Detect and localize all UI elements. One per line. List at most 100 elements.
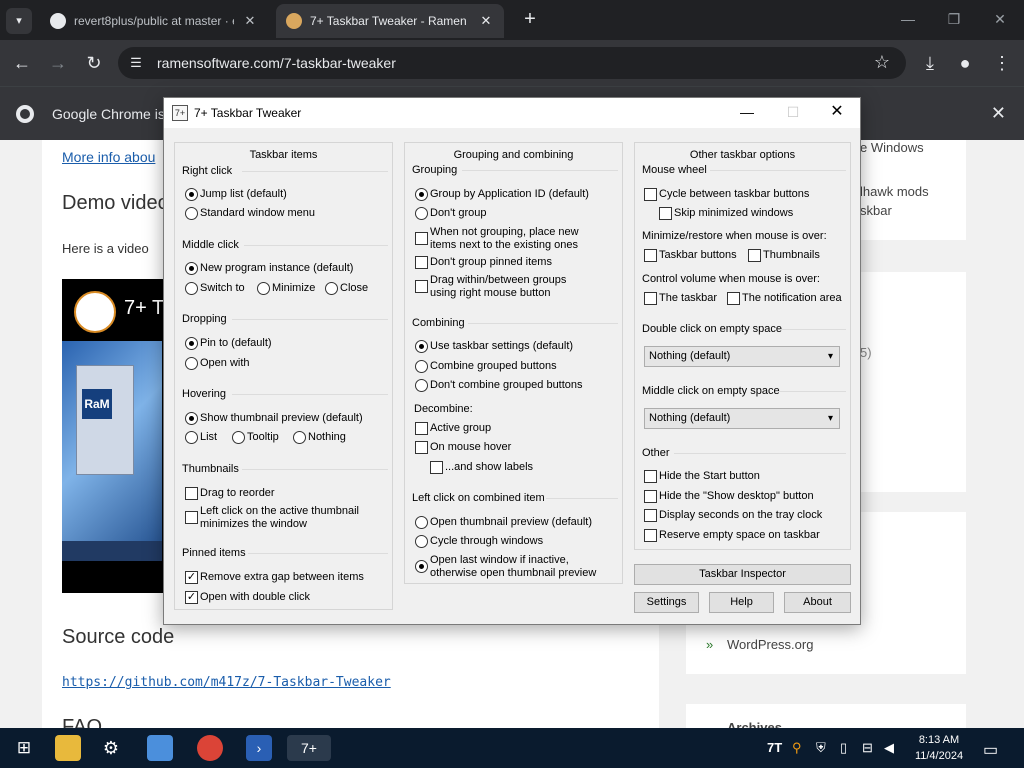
the-taskbar-checkbox[interactable] — [644, 292, 657, 305]
nothing-radio[interactable] — [293, 431, 306, 444]
double-click-empty-label: Double click on empty space — [642, 323, 783, 335]
usb-icon[interactable]: ▯ — [840, 740, 847, 756]
open-with-radio[interactable] — [185, 357, 198, 370]
display-seconds-checkbox[interactable] — [644, 509, 657, 522]
close-icon[interactable]: ✕ — [242, 13, 258, 29]
reserve-space-label: Reserve empty space on taskbar — [659, 529, 820, 541]
powershell-icon[interactable]: › — [246, 735, 272, 761]
dialog-titlebar[interactable]: 7+ 7+ Taskbar Tweaker — ☐ ✕ — [164, 98, 860, 128]
tab-search-button[interactable]: ▾ — [6, 8, 32, 34]
dont-combine-radio[interactable] — [415, 379, 428, 392]
github-icon — [50, 13, 66, 29]
search-icon[interactable]: ⚲ — [792, 740, 802, 756]
thumbnails-checkbox[interactable] — [748, 249, 761, 262]
remove-gap-checkbox[interactable]: ✓ — [185, 571, 198, 584]
tab-revert8plus[interactable]: revert8plus/public at master · e ✕ — [40, 4, 268, 38]
new-instance-radio[interactable] — [185, 262, 198, 275]
on-mouse-hover-checkbox[interactable] — [415, 441, 428, 454]
tweaker-app-icon: 7+ — [172, 105, 188, 121]
network-icon[interactable]: ⊟ — [862, 740, 873, 756]
tab-7-taskbar-tweaker[interactable]: 7+ Taskbar Tweaker - Ramen So ✕ — [276, 4, 504, 38]
drag-reorder-checkbox[interactable] — [185, 487, 198, 500]
active-group-checkbox[interactable] — [415, 422, 428, 435]
close-icon[interactable]: ✕ — [814, 98, 860, 128]
about-button[interactable]: About — [784, 592, 851, 613]
address-bar[interactable]: ☰ ramensoftware.com/7-taskbar-tweaker ☆ — [118, 47, 906, 79]
list-radio[interactable] — [185, 431, 198, 444]
close-radio[interactable] — [325, 282, 338, 295]
windows-start-icon[interactable]: ⊞ — [11, 735, 37, 761]
volume-muted-icon[interactable]: ◀ — [884, 740, 894, 756]
minimize-icon[interactable]: — — [888, 6, 928, 32]
notification-icon[interactable]: ▭ — [983, 740, 998, 760]
taskbar-buttons-checkbox[interactable] — [644, 249, 657, 262]
jump-list-radio[interactable] — [185, 188, 198, 201]
forward-icon[interactable]: → — [45, 50, 71, 76]
tooltip-label: Tooltip — [247, 431, 279, 443]
show-labels-checkbox[interactable] — [430, 461, 443, 474]
pin-to-label: Pin to (default) — [200, 337, 272, 349]
list-label: List — [200, 431, 218, 443]
security-icon[interactable]: ⛨ — [816, 740, 826, 756]
middle-click-select[interactable]: Nothing (default) ▾ — [644, 408, 840, 429]
file-explorer-icon[interactable] — [55, 735, 81, 761]
double-click-select[interactable]: Nothing (default) ▾ — [644, 346, 840, 367]
back-icon[interactable]: ← — [9, 50, 35, 76]
open-double-checkbox[interactable]: ✓ — [185, 591, 198, 604]
notification-area-checkbox[interactable] — [727, 292, 740, 305]
min-restore-label: Minimize/restore when mouse is over: — [642, 230, 827, 242]
pin-to-radio[interactable] — [185, 337, 198, 350]
standard-menu-radio[interactable] — [185, 207, 198, 220]
close-icon[interactable]: ✕ — [478, 13, 494, 29]
tweaker-tray-icon[interactable]: 7T — [767, 740, 782, 755]
tooltip-radio[interactable] — [232, 431, 245, 444]
profile-icon[interactable]: ● — [952, 50, 978, 76]
system-clock[interactable]: 8:13 AM 11/4/2024 — [907, 732, 971, 764]
group-by-app-radio[interactable] — [415, 188, 428, 201]
more-info-link[interactable]: More info abou — [62, 149, 155, 165]
chrome-icon[interactable] — [197, 735, 223, 761]
open-last-radio[interactable] — [415, 560, 428, 573]
control-volume-label: Control volume when mouse is over: — [642, 273, 820, 285]
minimize-radio[interactable] — [257, 282, 270, 295]
dont-group-radio[interactable] — [415, 207, 428, 220]
new-tab-button[interactable]: + — [518, 8, 542, 32]
wordpress-link[interactable]: WordPress.org — [727, 637, 813, 652]
drag-within-label: Drag within/between groups — [430, 274, 567, 286]
close-icon[interactable]: ✕ — [991, 103, 1006, 124]
drag-within-checkbox[interactable] — [415, 280, 428, 293]
drag-within-label: using right mouse button — [430, 287, 551, 299]
reload-icon[interactable]: ↻ — [81, 50, 107, 76]
show-thumb-radio[interactable] — [185, 412, 198, 425]
minimize-icon[interactable]: — — [724, 98, 770, 128]
middle-click-value: Nothing (default) — [649, 412, 731, 424]
tweaker-taskbar-icon[interactable]: 7+ — [287, 735, 331, 761]
left-click-minimize-checkbox[interactable] — [185, 511, 198, 524]
download-icon[interactable]: ⤓ — [917, 50, 943, 76]
taskbar-inspector-button[interactable]: Taskbar Inspector — [634, 564, 851, 585]
restore-icon[interactable]: ❐ — [934, 6, 974, 32]
dont-group-pinned-checkbox[interactable] — [415, 256, 428, 269]
hide-start-checkbox[interactable] — [644, 470, 657, 483]
cycle-windows-radio[interactable] — [415, 535, 428, 548]
settings-button[interactable]: Settings — [634, 592, 699, 613]
menu-icon[interactable]: ⋮ — [989, 50, 1015, 76]
when-not-grouping-checkbox[interactable] — [415, 232, 428, 245]
group-by-app-label: Group by Application ID (default) — [430, 188, 589, 200]
reserve-space-checkbox[interactable] — [644, 529, 657, 542]
use-taskbar-radio[interactable] — [415, 340, 428, 353]
settings-gear-icon[interactable]: ⚙ — [98, 735, 124, 761]
combine-grouped-radio[interactable] — [415, 360, 428, 373]
switch-to-radio[interactable] — [185, 282, 198, 295]
help-button[interactable]: Help — [709, 592, 774, 613]
hide-desktop-checkbox[interactable] — [644, 490, 657, 503]
close-window-icon[interactable]: ✕ — [980, 6, 1020, 32]
cycle-buttons-checkbox[interactable] — [644, 188, 657, 201]
skip-minimized-checkbox[interactable] — [659, 207, 672, 220]
drag-reorder-label: Drag to reorder — [200, 487, 275, 499]
photos-icon[interactable] — [147, 735, 173, 761]
open-thumb-prev-radio[interactable] — [415, 516, 428, 529]
site-info-icon[interactable]: ☰ — [128, 55, 144, 71]
github-link[interactable]: https://github.com/m417z/7-Taskbar-Tweak… — [62, 675, 391, 690]
bookmark-star-icon[interactable]: ☆ — [874, 52, 890, 73]
